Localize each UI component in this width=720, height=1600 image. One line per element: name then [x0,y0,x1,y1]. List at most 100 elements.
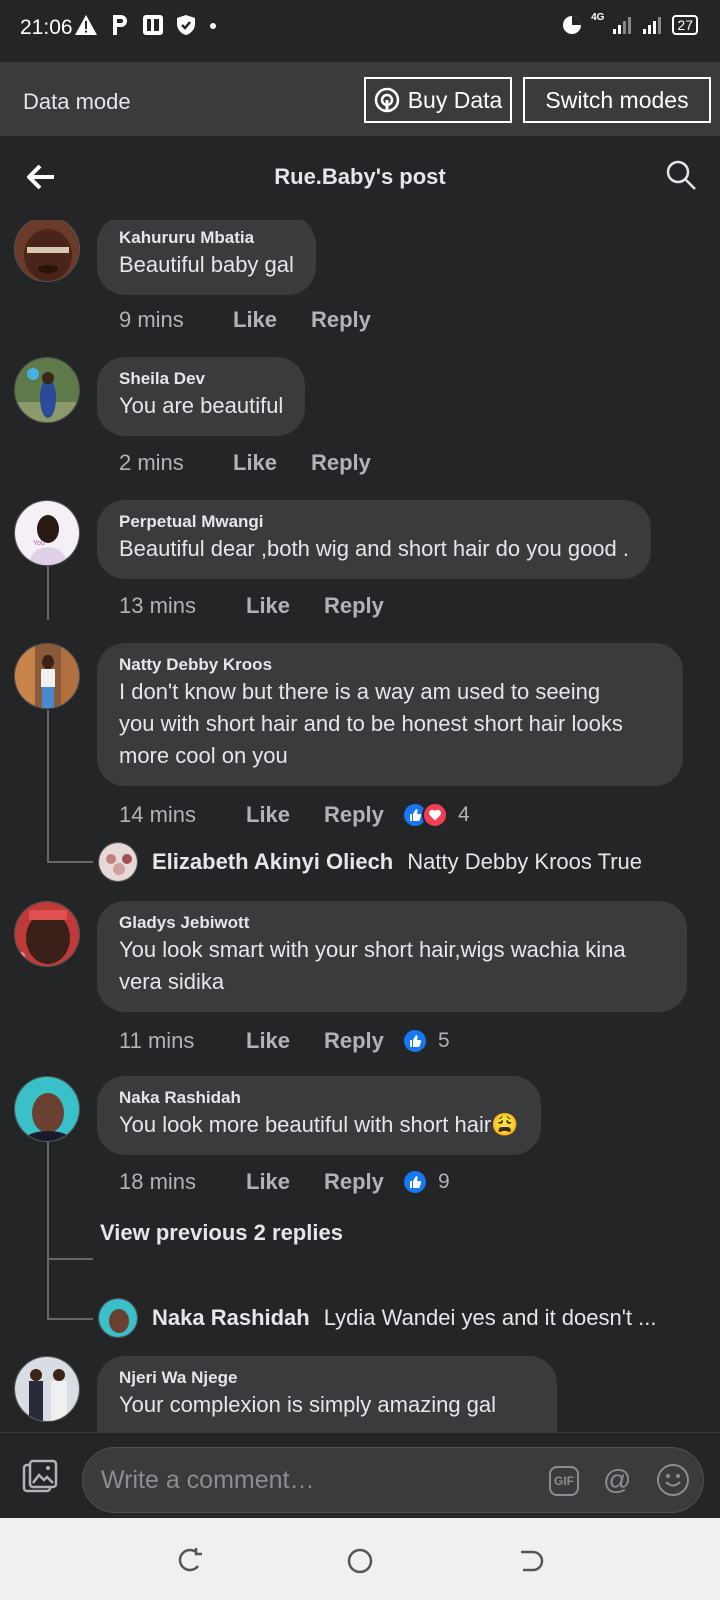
switch-modes-label: Switch modes [545,86,689,113]
comment-actions: 9 mins Like Reply [119,307,389,333]
comment-author[interactable]: Perpetual Mwangi [119,511,629,533]
avatar[interactable] [14,1076,80,1142]
comment-bubble[interactable]: Gladys Jebiwott You look smart with your… [97,901,687,1012]
switch-modes-button[interactable]: Switch modes [523,77,711,123]
comment-bubble[interactable]: Sheila Dev You are beautiful [97,357,306,436]
reply-button[interactable]: Reply [324,1028,402,1054]
reply-button[interactable]: Reply [324,1169,402,1195]
comment-text-line: you with short hair and to be honest sho… [119,711,623,736]
photo-icon[interactable] [22,1459,58,1495]
comment-text: You look more beautiful with short hair😩 [119,1109,519,1141]
love-reaction-icon [422,802,448,828]
reply-button[interactable]: Reply [324,802,402,828]
data-mode-bar: Data mode Buy Data Switch modes [0,62,720,136]
comment-actions: 13 mins Like Reply [119,593,402,619]
status-time: 21:06 [20,16,73,39]
comment-author[interactable]: Sheila Dev [119,368,283,390]
comment-bubble[interactable]: Perpetual Mwangi Beautiful dear ,both wi… [97,500,652,579]
reply-button[interactable]: Reply [324,593,402,619]
like-reaction-icon [402,1169,428,1195]
comment-bubble[interactable]: Njeri Wa Njege Your complexion is simply… [97,1356,557,1432]
thread-line [47,1140,49,1320]
comment-text-body: You look more beautiful with short hair [119,1112,492,1137]
comment-composer: Write a comment… GIF @ [0,1432,720,1518]
like-button[interactable]: Like [246,593,324,619]
system-nav-bar [0,1518,720,1600]
comment-time: 9 mins [119,307,184,332]
like-button[interactable]: Like [246,1028,324,1054]
gif-button[interactable]: GIF [549,1466,579,1496]
search-icon[interactable] [664,158,698,192]
comment-actions: 2 mins Like Reply [119,450,389,476]
thread-line [47,710,49,862]
like-button[interactable]: Like [233,307,311,333]
comment-author[interactable]: Njeri Wa Njege [119,1367,535,1389]
avatar[interactable] [14,901,80,967]
buy-data-label: Buy Data [407,86,503,113]
like-button[interactable]: Like [246,1169,324,1195]
avatar[interactable] [14,220,80,282]
avatar[interactable] [14,357,80,423]
comment-time: 2 mins [119,450,184,475]
avatar[interactable] [98,1298,138,1338]
signal-icon [613,17,632,34]
comments-list[interactable]: Kahururu Mbatia Beautiful baby gal 9 min… [0,220,720,1432]
comment-time: 18 mins [119,1169,197,1194]
reply-item[interactable]: Elizabeth Akinyi Oliech Natty Debby Kroo… [98,842,642,882]
parking-icon [113,15,127,35]
avatar[interactable] [14,1356,80,1422]
view-previous-replies-button[interactable]: View previous 2 replies [100,1220,343,1246]
emoji-icon[interactable] [657,1464,689,1496]
like-button[interactable]: Like [246,802,324,828]
data-mode-label: Data mode [23,89,131,114]
network-type: 4G [591,11,605,23]
reply-text: Natty Debby Kroos True [407,849,643,874]
dot-icon [210,23,216,29]
avatar[interactable]: You [14,500,80,566]
reactions[interactable]: 9 [402,1169,450,1195]
reactions[interactable]: 4 [402,802,470,828]
back-icon[interactable] [515,1546,545,1576]
comment-time: 11 mins [119,1028,195,1053]
comment-text: Beautiful baby gal [119,252,294,277]
status-system-icons: 4G 27 [561,11,698,36]
comment-bubble[interactable]: Naka Rashidah You look more beautiful wi… [97,1076,541,1155]
comment-placeholder: Write a comment… [101,1466,315,1494]
reply-author[interactable]: Naka Rashidah [152,1305,310,1331]
status-bar: 21:06 4G 27 [0,0,720,62]
reactions[interactable]: 5 [402,1028,450,1054]
comment-author[interactable]: Kahururu Mbatia [119,227,294,249]
comment-bubble[interactable]: Natty Debby Kroos I don't know but there… [97,643,683,786]
reply-item[interactable]: Naka Rashidah Lydia Wandei yes and it do… [98,1298,657,1338]
buy-data-button[interactable]: Buy Data [364,77,512,123]
reaction-count: 4 [458,803,470,826]
thread-line [47,565,49,620]
signal-icon-2 [643,17,662,34]
comment-author[interactable]: Naka Rashidah [119,1087,519,1109]
data-saver-icon [563,16,582,34]
app-icon [143,15,163,35]
mention-button[interactable]: @ [603,1464,631,1496]
like-button[interactable]: Like [233,450,311,476]
thread-connector [47,861,93,863]
comment-text-line: more cool on you [119,743,288,768]
reply-button[interactable]: Reply [311,450,389,476]
warning-icon [75,15,97,35]
comment-text-line: I don't know but there is a way am used … [119,679,601,704]
comment-author[interactable]: Gladys Jebiwott [119,912,665,934]
thread-connector [47,1318,93,1320]
avatar[interactable] [14,643,80,709]
recents-icon[interactable] [174,1546,204,1576]
comment-actions: 11 mins Like Reply 5 [119,1028,450,1054]
comment-input[interactable]: Write a comment… GIF @ [82,1447,704,1513]
comment-text-line: You look smart with your short hair,wigs… [119,937,626,962]
reply-button[interactable]: Reply [311,307,389,333]
comment-bubble[interactable]: Kahururu Mbatia Beautiful baby gal [97,220,316,295]
reaction-count: 9 [438,1170,450,1193]
avatar[interactable] [98,842,138,882]
home-icon[interactable] [345,1546,375,1576]
reply-author[interactable]: Elizabeth Akinyi Oliech [152,849,393,875]
comment-text: Beautiful dear ,both wig and short hair … [119,536,630,561]
comment-text: Your complexion is simply amazing gal [119,1392,497,1417]
comment-author[interactable]: Natty Debby Kroos [119,654,661,676]
